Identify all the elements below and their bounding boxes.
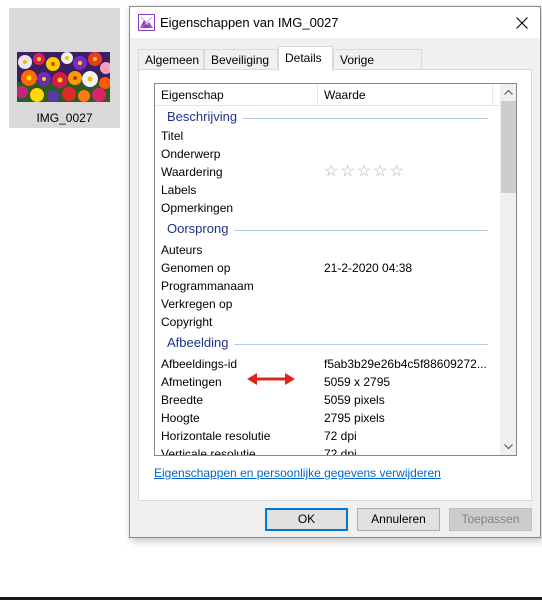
- property-name: Afbeeldings-id: [161, 357, 238, 371]
- property-row[interactable]: Copyright: [155, 313, 500, 331]
- scroll-down-button[interactable]: [500, 438, 516, 455]
- dialog-title: Eigenschappen van IMG_0027: [160, 15, 339, 30]
- property-row[interactable]: Afmetingen 5059 x 2795: [155, 373, 500, 391]
- ok-button[interactable]: OK: [265, 508, 348, 531]
- property-name: Breedte: [161, 393, 204, 407]
- chevron-down-icon: [504, 444, 513, 450]
- property-value: f5ab3b29e26b4c5f88609272...: [324, 357, 487, 371]
- tab-vorige-versies[interactable]: Vorige versies: [333, 49, 422, 81]
- column-divider[interactable]: [492, 84, 493, 106]
- property-row[interactable]: Breedte 5059 pixels: [155, 391, 500, 409]
- property-name: Hoogte: [161, 411, 200, 425]
- property-name: Afmetingen: [161, 375, 222, 389]
- property-name: Copyright: [161, 315, 213, 329]
- property-name: Opmerkingen: [161, 201, 234, 215]
- property-row[interactable]: Waardering ☆☆☆☆☆: [155, 163, 500, 181]
- vertical-scrollbar[interactable]: [500, 84, 516, 455]
- property-value: 21-2-2020 04:38: [324, 261, 413, 275]
- image-thumbnail: [17, 52, 110, 102]
- property-name: Waardering: [161, 165, 223, 179]
- apply-button[interactable]: Toepassen: [449, 508, 532, 531]
- column-divider[interactable]: [317, 84, 318, 106]
- property-row[interactable]: Auteurs: [155, 241, 500, 259]
- group-title: Afbeelding: [167, 335, 235, 350]
- rating-stars[interactable]: ☆☆☆☆☆: [324, 161, 406, 181]
- property-name: Titel: [161, 129, 184, 143]
- property-value: 2795 pixels: [324, 411, 385, 425]
- group-header-image: Afbeelding: [155, 334, 500, 354]
- group-title: Oorsprong: [167, 221, 235, 236]
- property-row[interactable]: Afbeeldings-id f5ab3b29e26b4c5f88609272.…: [155, 355, 500, 373]
- property-value: 5059 x 2795: [324, 375, 391, 389]
- property-value: 5059 pixels: [324, 393, 385, 407]
- tab-beveiliging[interactable]: Beveiliging: [204, 49, 278, 70]
- title-bar[interactable]: Eigenschappen van IMG_0027: [130, 7, 540, 38]
- remove-properties-link[interactable]: Eigenschappen en persoonlijke gegevens v…: [154, 466, 441, 480]
- photos-app-icon: [138, 14, 155, 31]
- close-icon: [516, 17, 528, 29]
- chevron-up-icon: [504, 89, 513, 95]
- property-name: Verticale resolutie: [161, 447, 256, 456]
- property-name: Verkregen op: [161, 297, 233, 311]
- properties-dialog: Eigenschappen van IMG_0027 Algemeen Beve…: [129, 6, 541, 538]
- property-name: Labels: [161, 183, 197, 197]
- property-rows: Beschrijving Titel Onderwerp Waardering …: [155, 106, 500, 456]
- close-button[interactable]: [504, 7, 540, 38]
- property-name: Programmanaam: [161, 279, 254, 293]
- property-value: 72 dpi: [324, 429, 357, 443]
- cancel-button[interactable]: Annuleren: [357, 508, 440, 531]
- property-row[interactable]: Programmanaam: [155, 277, 500, 295]
- tab-details[interactable]: Details: [278, 46, 333, 71]
- property-row[interactable]: Verticale resolutie 72 dpi: [155, 445, 500, 456]
- property-row[interactable]: Genomen op 21-2-2020 04:38: [155, 259, 500, 277]
- scroll-thumb[interactable]: [501, 101, 516, 193]
- property-row[interactable]: Horizontale resolutie 72 dpi: [155, 427, 500, 445]
- property-row[interactable]: Verkregen op: [155, 295, 500, 313]
- property-name: Horizontale resolutie: [161, 429, 271, 443]
- property-row[interactable]: Opmerkingen: [155, 199, 500, 217]
- property-row[interactable]: Labels: [155, 181, 500, 199]
- property-row[interactable]: Titel: [155, 127, 500, 145]
- list-header: Eigenschap Waarde: [155, 84, 500, 106]
- tab-strip: Algemeen Beveiliging Details Vorige vers…: [138, 46, 532, 81]
- group-header-description: Beschrijving: [155, 108, 500, 128]
- property-name: Auteurs: [161, 243, 203, 257]
- group-title: Beschrijving: [167, 109, 244, 124]
- group-header-origin: Oorsprong: [155, 220, 500, 240]
- property-row[interactable]: Hoogte 2795 pixels: [155, 409, 500, 427]
- red-double-arrow-icon: [247, 373, 295, 385]
- column-header-property[interactable]: Eigenschap: [161, 88, 224, 102]
- properties-list[interactable]: Eigenschap Waarde Beschrijving Titel Ond…: [154, 83, 517, 456]
- file-name-label: IMG_0027: [36, 111, 93, 125]
- property-value: 72 dpi: [324, 447, 357, 456]
- property-name: Genomen op: [161, 261, 231, 275]
- tab-algemeen[interactable]: Algemeen: [138, 49, 204, 70]
- scroll-up-button[interactable]: [500, 84, 516, 101]
- column-header-value[interactable]: Waarde: [324, 88, 366, 102]
- property-name: Onderwerp: [161, 147, 221, 161]
- desktop-file-img-0027[interactable]: IMG_0027: [9, 8, 120, 128]
- details-panel: Eigenschap Waarde Beschrijving Titel Ond…: [138, 69, 532, 501]
